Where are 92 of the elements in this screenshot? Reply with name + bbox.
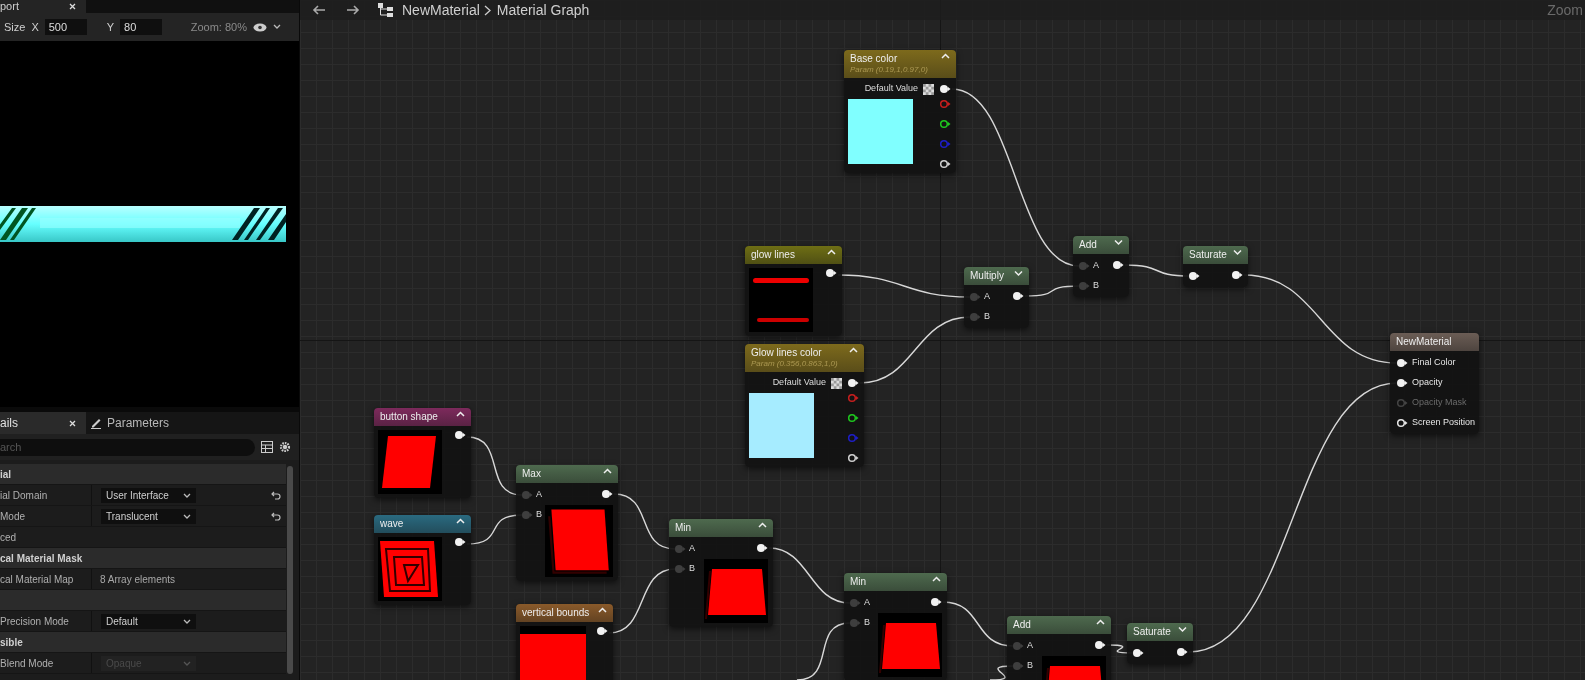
node-title: vertical bounds bbox=[522, 607, 590, 619]
node-title: Glow lines color bbox=[751, 347, 823, 359]
property-label: Blend Mode bbox=[0, 653, 92, 673]
node-header[interactable]: Min bbox=[844, 573, 947, 591]
pin-label: Opacity bbox=[1412, 376, 1443, 390]
dropdown[interactable]: Default bbox=[101, 613, 196, 629]
graph-node[interactable]: Saturate bbox=[1183, 246, 1248, 287]
node-title: Multiply bbox=[970, 270, 1004, 282]
node-title: Saturate bbox=[1133, 626, 1171, 638]
node-header[interactable]: Max bbox=[516, 465, 618, 483]
pin-label: A bbox=[536, 488, 542, 502]
graph-node[interactable]: Add A B bbox=[1007, 616, 1111, 680]
node-header[interactable]: button shape bbox=[374, 408, 471, 426]
dropdown-value: Translucent bbox=[106, 509, 158, 524]
node-title: glow lines bbox=[751, 249, 795, 261]
pin-label: A bbox=[984, 290, 990, 304]
pin-label: A bbox=[1027, 639, 1033, 653]
node-header[interactable]: Min bbox=[669, 519, 773, 537]
default-value-label: Default Value bbox=[772, 376, 826, 390]
section-header[interactable]: ial bbox=[0, 464, 286, 485]
node-title: wave bbox=[380, 518, 404, 530]
graph-node[interactable]: Max A B bbox=[516, 465, 618, 581]
section-header[interactable]: sible bbox=[0, 632, 286, 653]
node-header[interactable]: Add bbox=[1073, 236, 1129, 254]
zoom-label: Zoom: 80% bbox=[190, 19, 247, 35]
y-input-field[interactable]: 80 bbox=[120, 19, 163, 35]
breadcrumb-link[interactable]: NewMaterial bbox=[402, 0, 480, 21]
node-subtitle: Param (0.19,1,0.97,0) bbox=[850, 65, 928, 75]
node-header[interactable]: Add bbox=[1007, 616, 1111, 634]
pin-label: Screen Position bbox=[1412, 416, 1476, 430]
node-title: Max bbox=[522, 468, 541, 480]
graph-node[interactable]: glow lines bbox=[745, 246, 842, 336]
property-value: 8 Array elements bbox=[100, 572, 176, 587]
node-header[interactable]: Multiply bbox=[964, 267, 1029, 285]
size-label: Size bbox=[4, 19, 26, 35]
node-header[interactable]: wave bbox=[374, 515, 471, 533]
pin-label: Final Color bbox=[1412, 356, 1456, 370]
pin-label: B bbox=[984, 310, 990, 324]
graph-node[interactable]: wave bbox=[374, 515, 471, 605]
pin-label: B bbox=[1027, 659, 1033, 673]
parameters-tab[interactable]: Parameters bbox=[102, 412, 175, 434]
pin-label: B bbox=[689, 562, 695, 576]
breadcrumb-link[interactable]: Material Graph bbox=[496, 0, 590, 21]
dropdown-value: Default bbox=[106, 614, 138, 629]
node-header[interactable]: glow lines bbox=[745, 246, 842, 264]
y-label: Y bbox=[106, 19, 115, 35]
search-field[interactable]: arch bbox=[0, 438, 255, 456]
property-label: ial Domain bbox=[0, 485, 92, 505]
pin-label: A bbox=[1093, 259, 1099, 273]
node-title: button shape bbox=[380, 411, 438, 423]
node-title: NewMaterial bbox=[1396, 336, 1452, 348]
default-value-label: Default Value bbox=[864, 82, 918, 96]
graph-node[interactable]: button shape bbox=[374, 408, 471, 498]
node-title: Base color bbox=[850, 53, 899, 65]
node-header[interactable]: Saturate bbox=[1183, 246, 1248, 264]
node-subtitle: Param (0.356,0.863,1,0) bbox=[751, 359, 838, 369]
graph-node[interactable]: Base color Param (0.19,1,0.97,0) Default Value bbox=[844, 50, 956, 173]
graph-node[interactable]: Saturate bbox=[1127, 623, 1193, 664]
pin-label: B bbox=[536, 508, 542, 522]
pin-label: B bbox=[864, 616, 870, 630]
graph-node[interactable]: Glow lines color Param (0.356,0.863,1,0) Default Value bbox=[745, 344, 864, 467]
node-header[interactable]: Saturate bbox=[1127, 623, 1193, 641]
node-title: Add bbox=[1079, 239, 1097, 251]
graph-node[interactable]: Add A B bbox=[1073, 236, 1129, 297]
node-title: Min bbox=[675, 522, 692, 534]
zoom-label: Zoom bbox=[1547, 0, 1583, 20]
pin-label: A bbox=[689, 542, 695, 556]
node-title: Add bbox=[1013, 619, 1031, 631]
node-title: Min bbox=[850, 576, 867, 588]
dropdown[interactable]: User Interface bbox=[101, 487, 196, 503]
pin-label: A bbox=[864, 596, 870, 610]
node-header[interactable]: vertical bounds bbox=[516, 604, 613, 622]
x-input-field[interactable]: 500 bbox=[44, 19, 87, 35]
node-header[interactable]: NewMaterial bbox=[1390, 333, 1479, 351]
x-label: X bbox=[31, 19, 39, 35]
node-title: Saturate bbox=[1189, 249, 1227, 261]
viewport-tab[interactable]: port bbox=[0, 0, 86, 13]
section-header[interactable]: cal Material Mask bbox=[0, 548, 286, 569]
dropdown-value: User Interface bbox=[106, 488, 169, 503]
property-label: Mode bbox=[0, 506, 92, 526]
property-label: Precision Mode bbox=[0, 611, 92, 631]
dropdown[interactable]: Translucent bbox=[101, 508, 196, 524]
node-header[interactable]: Glow lines color Param (0.356,0.863,1,0) bbox=[745, 344, 864, 372]
graph-node[interactable]: vertical bounds bbox=[516, 604, 613, 680]
graph-node[interactable]: Min A B bbox=[844, 573, 947, 680]
graph-node[interactable]: Multiply A B bbox=[964, 267, 1029, 328]
graph-node[interactable]: Min A B bbox=[669, 519, 773, 627]
node-header[interactable]: Base color Param (0.19,1,0.97,0) bbox=[844, 50, 956, 78]
pin-label: B bbox=[1093, 279, 1099, 293]
property-label: cal Material Map bbox=[0, 569, 92, 589]
details-tab[interactable]: ails bbox=[0, 412, 86, 434]
pin-label: Opacity Mask bbox=[1412, 396, 1467, 410]
